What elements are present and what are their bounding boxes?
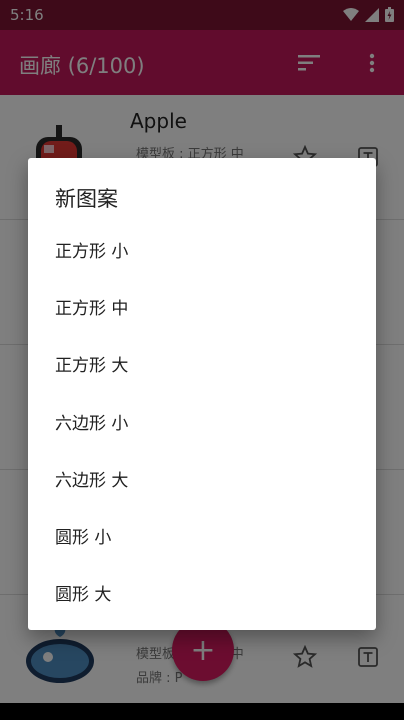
option-square-large[interactable]: 正方形 大 [28, 335, 376, 392]
option-hexagon-large[interactable]: 六边形 大 [28, 450, 376, 507]
option-circle-large[interactable]: 圆形 大 [28, 564, 376, 621]
option-square-medium[interactable]: 正方形 中 [28, 278, 376, 335]
dialog-option-list: 正方形 小 正方形 中 正方形 大 六边形 小 六边形 大 圆形 小 圆形 大 [28, 221, 376, 621]
option-square-small[interactable]: 正方形 小 [28, 221, 376, 278]
option-hexagon-small[interactable]: 六边形 小 [28, 393, 376, 450]
option-circle-small[interactable]: 圆形 小 [28, 507, 376, 564]
dialog-title: 新图案 [55, 187, 118, 211]
new-pattern-dialog: 新图案 正方形 小 正方形 中 正方形 大 六边形 小 六边形 大 圆形 小 圆… [28, 158, 376, 630]
